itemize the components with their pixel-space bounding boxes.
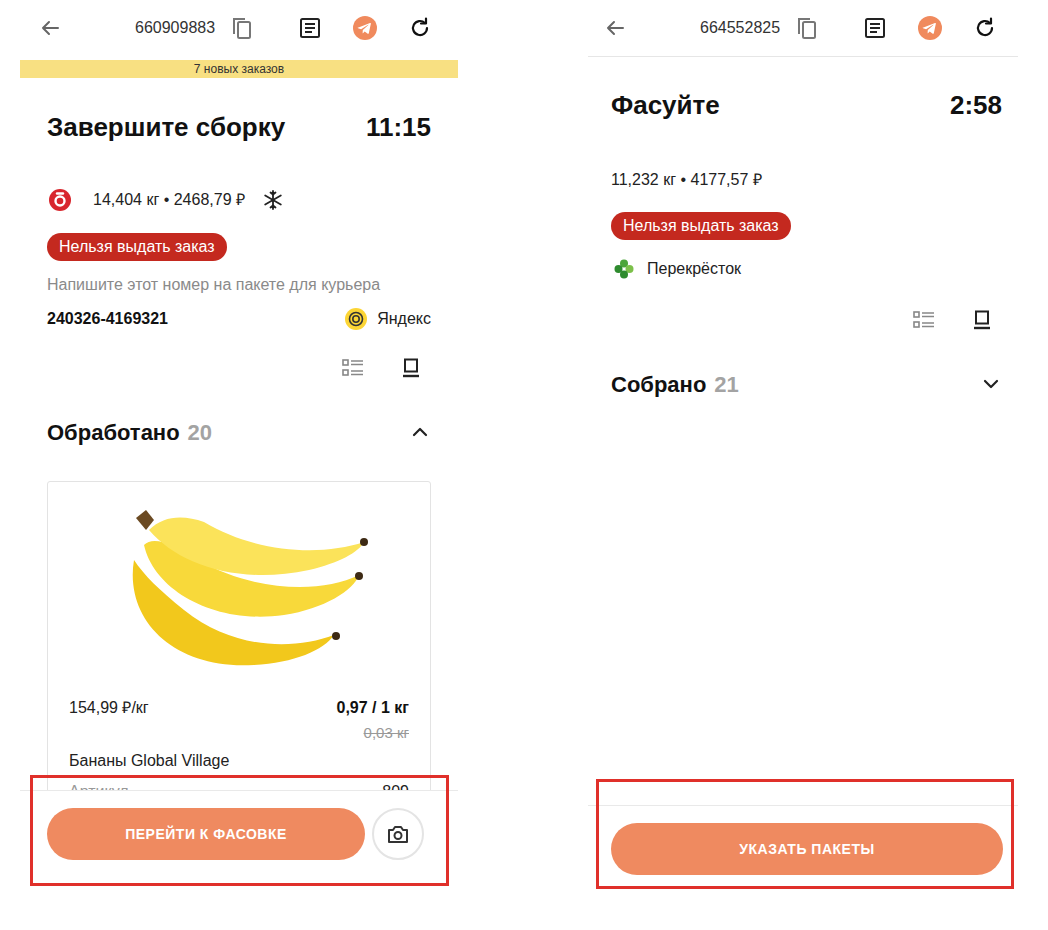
document-icon[interactable] xyxy=(864,17,886,39)
button-label[interactable]: ПЕРЕЙТИ К ФАСОВКЕ xyxy=(125,824,287,845)
copy-icon[interactable] xyxy=(231,16,253,40)
chevron-up-icon[interactable] xyxy=(411,423,429,441)
order-summary: 14,404 кг • 2468,79 ₽ xyxy=(93,188,245,212)
title-row: Завершите сборку 11:15 xyxy=(47,110,431,144)
banner-text[interactable]: 7 новых заказов xyxy=(194,62,284,76)
telegram-icon[interactable] xyxy=(353,16,377,40)
old-quantity: 0,03 кг xyxy=(364,722,409,745)
summary-row: 14,404 кг • 2468,79 ₽ xyxy=(47,188,431,212)
status-title: Завершите сборку xyxy=(47,108,285,147)
sku-label: Артикул xyxy=(69,780,129,790)
courier-hint: Напишите этот номер на пакете для курьер… xyxy=(47,273,380,297)
status-badge: Нельзя выдать заказ xyxy=(47,233,227,261)
sku-value: 809 xyxy=(382,780,409,790)
section-count: 20 xyxy=(188,416,212,449)
divider xyxy=(588,56,1018,57)
section-label[interactable]: Собрано xyxy=(611,368,706,401)
refresh-icon[interactable] xyxy=(974,17,996,39)
status-badge: Нельзя выдать заказ xyxy=(611,212,791,240)
product-quantity: 0,97 / 1 кг xyxy=(337,696,410,720)
top-bar: 660909883 xyxy=(20,0,458,56)
product-price: 154,99 ₽/кг xyxy=(69,696,149,720)
refresh-icon[interactable] xyxy=(409,17,431,39)
snowflake-icon xyxy=(263,190,283,210)
telegram-icon[interactable] xyxy=(918,16,942,40)
perekrestok-logo-icon xyxy=(614,259,634,279)
section-header[interactable]: Собрано21 xyxy=(611,369,1002,399)
order-summary: 11,232 кг • 4177,57 ₽ xyxy=(611,168,762,192)
status-title: Фасуйте xyxy=(611,86,720,125)
list-view-icon[interactable] xyxy=(913,310,935,330)
hint-row: Напишите этот номер на пакете для курьер… xyxy=(47,273,431,297)
highlight-frame xyxy=(596,779,1014,889)
camera-button[interactable] xyxy=(372,808,424,860)
primary-button[interactable]: ПЕРЕЙТИ К ФАСОВКЕ xyxy=(47,808,365,860)
view-switch xyxy=(47,358,421,378)
view-switch xyxy=(611,310,992,330)
order-number: 660909883 xyxy=(135,16,215,40)
courier-row: 240326-4169321 Яндекс xyxy=(47,307,431,331)
courier-code[interactable]: 240326-4169321 xyxy=(47,307,168,331)
order-number: 664552825 xyxy=(700,16,780,40)
card-view-icon[interactable] xyxy=(401,358,421,378)
bottom-bar: ПЕРЕЙТИ К ФАСОВКЕ xyxy=(20,790,458,930)
chevron-down-icon[interactable] xyxy=(982,375,1000,393)
content: Фасуйте 2:58 11,232 кг • 4177,57 ₽ Нельзя в… xyxy=(588,57,1018,805)
screens: 660909883 7 новых заказов Завершите сборку… xyxy=(0,0,1048,930)
phone-screen: 664552825 Фасуйте 2:58 11,232 кг • 4177,57 … xyxy=(588,0,1018,930)
back-arrow-icon[interactable] xyxy=(605,18,625,38)
section-header[interactable]: Обработано20 xyxy=(47,417,431,447)
store-row: Перекрёсток xyxy=(611,257,1002,281)
section-count: 21 xyxy=(714,368,738,401)
primary-button[interactable]: УКАЗАТЬ ПАКЕТЫ xyxy=(611,823,1003,875)
camera-icon[interactable] xyxy=(387,824,409,844)
copy-icon[interactable] xyxy=(796,16,818,40)
badge-text: Нельзя выдать заказ xyxy=(623,214,779,238)
courier-name: Яндекс xyxy=(377,307,431,331)
timer: 2:58 xyxy=(950,86,1002,125)
new-orders-banner[interactable]: 7 новых заказов xyxy=(20,60,458,78)
summary-row: 11,232 кг • 4177,57 ₽ xyxy=(611,168,1002,192)
list-view-icon[interactable] xyxy=(342,358,364,378)
badge-text: Нельзя выдать заказ xyxy=(59,235,215,259)
courier: Яндекс xyxy=(345,307,431,331)
highlight-frame xyxy=(30,775,449,886)
top-bar: 664552825 xyxy=(588,0,1018,56)
product-name: Бананы Global Village xyxy=(69,749,229,773)
yandex-logo-icon xyxy=(345,308,367,330)
section-label[interactable]: Обработано xyxy=(47,416,180,449)
phone-screen: 660909883 7 новых заказов Завершите сборку… xyxy=(20,0,458,930)
bottom-bar: УКАЗАТЬ ПАКЕТЫ xyxy=(588,805,1018,930)
pyaterochka-logo-icon xyxy=(49,189,71,211)
back-arrow-icon[interactable] xyxy=(40,18,60,38)
timer: 11:15 xyxy=(366,108,431,147)
button-label[interactable]: УКАЗАТЬ ПАКЕТЫ xyxy=(739,839,874,860)
title-row: Фасуйте 2:58 xyxy=(611,88,1002,122)
card-view-icon[interactable] xyxy=(972,310,992,330)
store-name: Перекрёсток xyxy=(647,257,741,281)
product-card[interactable]: 154,99 ₽/кг 0,97 / 1 кг0,03 кг Бананы Glob… xyxy=(47,481,431,790)
content: Завершите сборку 11:15 14,404 кг • 2468,79… xyxy=(20,78,458,790)
document-icon[interactable] xyxy=(299,17,321,39)
product-photo xyxy=(69,482,409,682)
